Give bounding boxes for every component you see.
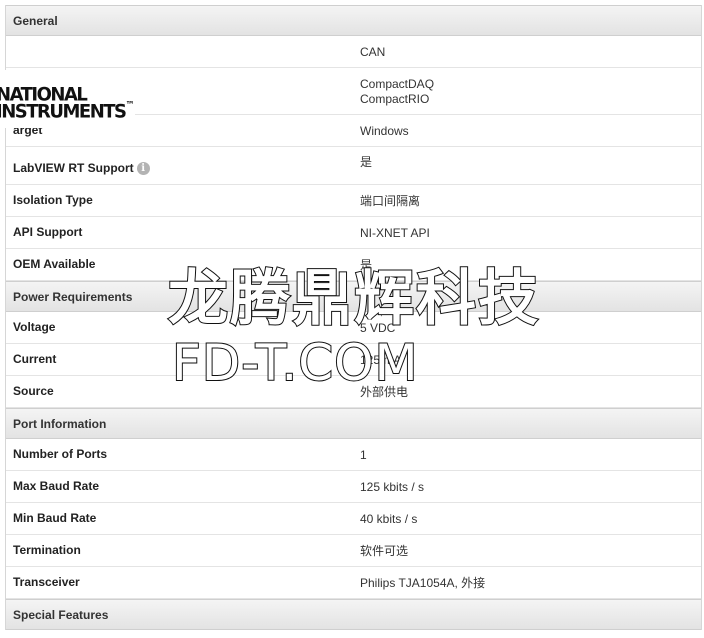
spec-row: API Support NI-XNET API: [6, 217, 701, 249]
spec-row: Transceiver Philips TJA1054A, 外接: [6, 567, 701, 599]
spec-label-text: Voltage: [13, 320, 56, 334]
spec-label-text: OEM Available: [13, 257, 96, 271]
spec-label: Number of Ports: [13, 447, 107, 461]
spec-label: Isolation Type: [13, 193, 93, 207]
spec-label: Min Baud Rate: [13, 511, 96, 525]
spec-row: LabVIEW RT Support i 是: [6, 147, 701, 185]
spec-label: Max Baud Rate: [13, 479, 99, 493]
spec-value: 5 VDC: [360, 320, 396, 335]
spec-row: Number of Ports 1: [6, 439, 701, 471]
logo-line-2: INSTRUMENTS™: [0, 100, 135, 123]
spec-value: CAN: [360, 44, 386, 59]
spec-value: 外部供电: [360, 384, 409, 399]
info-icon[interactable]: i: [136, 162, 150, 176]
spec-row: Voltage 5 VDC: [6, 312, 701, 344]
spec-value: 125 kbits / s: [360, 479, 425, 494]
spec-value: 1: [360, 447, 367, 462]
spec-label-text: Min Baud Rate: [13, 511, 97, 525]
spec-value: 是: [360, 257, 373, 272]
section-header: Special Features: [6, 599, 701, 630]
spec-row: Source 外部供电: [6, 376, 701, 408]
spec-label: LabVIEW RT Support i: [13, 161, 150, 176]
spec-value: 40 kbits / s: [360, 511, 418, 526]
spec-row: Termination 软件可选: [6, 535, 701, 567]
spec-value: CompactDAQ CompactRIO: [360, 76, 435, 106]
spec-label: Termination: [13, 543, 81, 557]
section-header: Power Requirements: [6, 281, 701, 312]
spec-row: OEM Available 是: [6, 249, 701, 281]
spec-value: 软件可选: [360, 543, 409, 558]
spec-value: 端口间隔离: [360, 193, 421, 208]
spec-label-text: Transceiver: [13, 575, 80, 589]
spec-row: Min Baud Rate 40 kbits / s: [6, 503, 701, 535]
spec-label: Transceiver: [13, 575, 80, 589]
spec-row: CAN: [6, 36, 701, 68]
spec-row: Max Baud Rate 125 kbits / s: [6, 471, 701, 503]
logo-trademark: ™: [125, 100, 135, 111]
spec-label-text: API Support: [13, 225, 83, 239]
spec-label-text: Isolation Type: [13, 193, 93, 207]
national-instruments-logo: NATIONAL INSTRUMENTS™: [0, 70, 135, 128]
spec-label-text: Current: [13, 352, 57, 366]
spec-row: Isolation Type 端口间隔离: [6, 185, 701, 217]
spec-label: Source: [13, 384, 54, 398]
spec-value: Philips TJA1054A, 外接: [360, 575, 486, 590]
spec-value: Windows: [360, 123, 409, 138]
spec-label: OEM Available: [13, 257, 95, 271]
spec-value: 125 mA: [360, 352, 402, 367]
spec-row: Current 125 mA: [6, 344, 701, 376]
spec-label: Voltage: [13, 320, 55, 334]
section-header: General: [6, 5, 701, 36]
spec-label-text: Termination: [13, 543, 81, 557]
spec-value: NI-XNET API: [360, 225, 430, 240]
spec-value: 是: [360, 154, 373, 169]
spec-label: Current: [13, 352, 56, 366]
spec-label: API Support: [13, 225, 82, 239]
logo-line-2-text: INSTRUMENTS: [0, 100, 127, 123]
spec-label-text: Source: [13, 384, 54, 398]
spec-label-text: LabVIEW RT Support: [13, 161, 134, 175]
spec-label-text: Max Baud Rate: [13, 479, 100, 493]
section-header: Port Information: [6, 408, 701, 439]
spec-label-text: Number of Ports: [13, 447, 108, 461]
